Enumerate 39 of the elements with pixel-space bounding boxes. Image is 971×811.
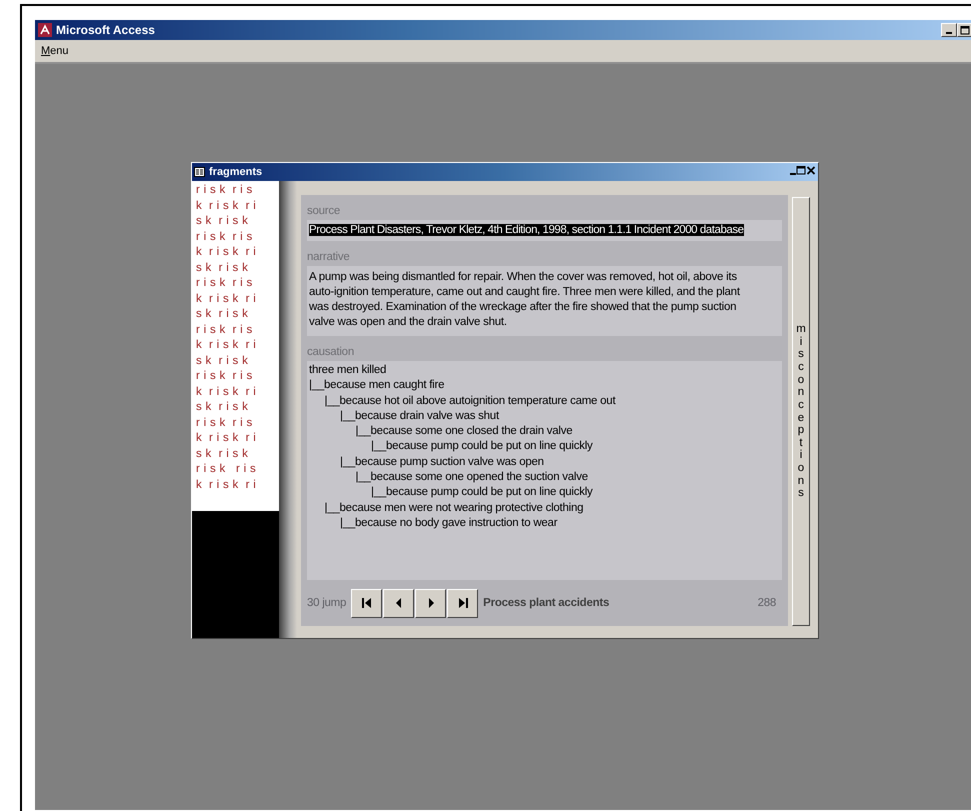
maximize-icon	[796, 166, 806, 175]
tree-item: |__because some one closed the drain valve	[356, 425, 572, 438]
field-label: source	[307, 204, 342, 219]
next-record-button[interactable]	[415, 588, 446, 618]
tree-item: |__because pump could be put on line quickly	[371, 486, 593, 498]
minimize-button[interactable]	[941, 23, 957, 37]
tree-item: |__because pump could be put on line quickly	[371, 440, 593, 452]
last-record-icon	[456, 597, 469, 609]
close-icon	[806, 166, 816, 175]
pattern-panel: r i s k r i s k r i s k r i s k r i s k r i s k r i s k r i s k r i s k r i s k r i s k r i s k r i s k r i s k r i s k r i s k r i s k r i s k r i s k r i s k r i s k r i s k r i s k r i s k r i s k r i s k r i s k r i s k r i s k r i s k r i s k r i s k r i s k r i	[192, 181, 279, 511]
app-icon	[38, 23, 52, 37]
maximize-icon	[960, 26, 970, 34]
last-record-button[interactable]	[447, 588, 478, 618]
first-record-button[interactable]	[351, 588, 382, 618]
tree-item: |__because pump suction valve was open	[340, 456, 544, 468]
tree-item: three men killed	[309, 364, 386, 376]
tree-item: |__because men were not wearing protective clothing	[324, 502, 584, 514]
tree-item: |__because some one opened the suction valve	[356, 471, 588, 484]
field-label: causation	[307, 345, 355, 360]
source-field[interactable]: Process Plant Disasters, Trevor Kletz, 4th Edition, 1998, section 1.1.1 Incident 2000 database	[307, 220, 782, 241]
tree-item: |__because no body gave instruction to wear	[340, 516, 558, 529]
previous-record-button[interactable]	[383, 588, 414, 618]
field-label: narrative	[307, 250, 350, 265]
first-record-icon	[360, 597, 373, 609]
window-title: fragments	[209, 166, 264, 178]
tree-item: |__because drain valve was shut	[340, 410, 499, 422]
jump-label: 30 jump	[307, 597, 346, 609]
menu-item[interactable]: Menu	[39, 45, 71, 57]
misconceptions-button[interactable]: misconceptions	[792, 197, 810, 626]
window-title: Microsoft Access	[56, 23, 156, 37]
tree-item: |__because men caught fire	[309, 379, 444, 392]
category-caption: Process plant accidents	[483, 597, 610, 609]
minimize-icon	[790, 173, 796, 175]
record-count: 288	[758, 597, 777, 609]
maximize-button[interactable]	[957, 23, 971, 37]
tree-item: |__because hot oil above autoignition temperature came out	[324, 394, 616, 407]
narrative-text: A pump was being dismantled for repair. When the cover was removed, hot oil, above its auto-ignition temperature, came out and caught fire. Three men were killed, and the plant was destroyed. Examination of the wreckage after the fire showed that the pump suction valve was open and the drain valve shut.	[309, 270, 741, 330]
minimize-icon	[946, 32, 952, 34]
form-icon	[194, 167, 205, 177]
